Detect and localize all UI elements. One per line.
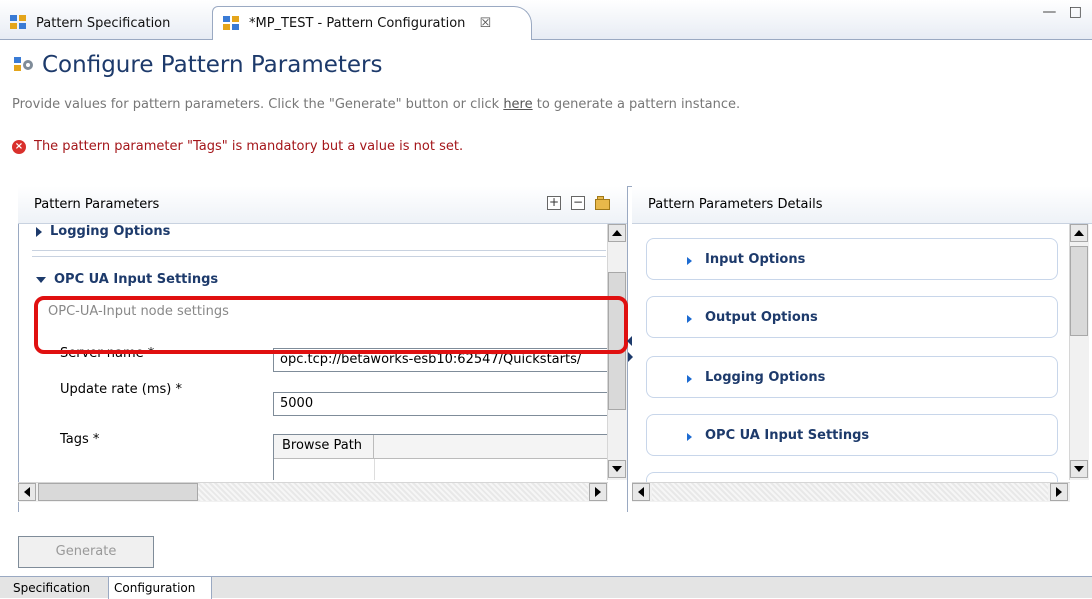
editor-page-tabs: Specification Configuration bbox=[0, 576, 1092, 599]
page-title: Configure Pattern Parameters bbox=[14, 52, 383, 78]
vertical-scrollbar[interactable] bbox=[607, 224, 627, 480]
error-message: × The pattern parameter "Tags" is mandat… bbox=[12, 139, 463, 154]
generate-button[interactable]: Generate bbox=[18, 536, 154, 568]
scroll-right-button[interactable] bbox=[1050, 483, 1068, 501]
scroll-thumb[interactable] bbox=[608, 272, 626, 410]
vertical-scrollbar[interactable] bbox=[1069, 224, 1089, 480]
error-text: The pattern parameter "Tags" is mandator… bbox=[34, 139, 464, 154]
server-name-label: Server name * bbox=[60, 346, 155, 361]
card-label: Logging Options bbox=[705, 369, 826, 385]
generate-here-link[interactable]: here bbox=[503, 97, 532, 112]
tab-configuration[interactable]: Configuration bbox=[108, 577, 212, 599]
scroll-thumb[interactable] bbox=[1070, 246, 1088, 336]
scroll-right-button[interactable] bbox=[589, 483, 607, 501]
tab-pattern-specification[interactable]: Pattern Specification bbox=[0, 6, 200, 40]
tab-specification[interactable]: Specification bbox=[8, 577, 108, 599]
section-logging-options[interactable]: Logging Options bbox=[36, 224, 170, 239]
expand-arrow-icon bbox=[36, 226, 42, 237]
horizontal-scrollbar[interactable] bbox=[18, 482, 608, 502]
scroll-left-button[interactable] bbox=[18, 483, 36, 501]
window-controls[interactable]: — □ bbox=[1042, 4, 1086, 20]
pattern-parameters-panel: Pattern Parameters + − Logging Options O… bbox=[18, 186, 628, 512]
panel-header: Pattern Parameters Details bbox=[632, 186, 1092, 224]
editor-tab-bar: Pattern Specification *MP_TEST - Pattern… bbox=[0, 0, 1092, 40]
arrow-left-icon bbox=[638, 487, 644, 497]
pattern-parameters-details-panel: Pattern Parameters Details Input Options… bbox=[632, 186, 1092, 512]
divider bbox=[32, 256, 606, 257]
pattern-icon bbox=[10, 15, 28, 31]
update-rate-input[interactable]: 5000 bbox=[273, 392, 608, 416]
collapse-all-icon[interactable]: − bbox=[571, 196, 585, 210]
collapse-arrow-icon bbox=[36, 276, 46, 283]
scroll-down-button[interactable] bbox=[1070, 460, 1088, 478]
scroll-down-button[interactable] bbox=[608, 460, 626, 478]
card-input-options[interactable]: Input Options bbox=[646, 238, 1058, 280]
card-label: Input Options bbox=[705, 251, 806, 267]
tags-table[interactable]: Browse Path bbox=[273, 434, 608, 480]
tab-label: Pattern Specification bbox=[36, 15, 171, 31]
arrow-right-icon bbox=[595, 487, 601, 497]
pattern-icon bbox=[223, 15, 241, 32]
expand-arrow-icon bbox=[687, 315, 692, 323]
divider bbox=[374, 459, 375, 480]
arrow-down-icon bbox=[612, 466, 622, 472]
column-header-empty bbox=[374, 435, 607, 459]
card-logging-options[interactable]: Logging Options bbox=[646, 356, 1058, 398]
server-name-input[interactable]: opc.tcp://betaworks-esb10:62547/Quicksta… bbox=[273, 348, 608, 372]
card-label: OPC UA Input Settings bbox=[705, 427, 870, 443]
expand-arrow-icon bbox=[687, 433, 692, 441]
arrow-up-icon bbox=[612, 230, 622, 236]
panel-header: Pattern Parameters + − bbox=[18, 186, 627, 224]
card-opc-ua-input-settings[interactable]: OPC UA Input Settings bbox=[646, 414, 1058, 456]
arrow-up-icon bbox=[1074, 230, 1084, 236]
page-title-text: Configure Pattern Parameters bbox=[42, 52, 383, 78]
description-text-end: to generate a pattern instance. bbox=[532, 97, 741, 112]
arrow-down-icon bbox=[1074, 466, 1084, 472]
open-folder-icon[interactable] bbox=[595, 196, 613, 210]
panel-title: Pattern Parameters Details bbox=[648, 197, 823, 212]
scroll-up-button[interactable] bbox=[1070, 224, 1088, 242]
close-icon[interactable]: ☒ bbox=[479, 16, 491, 31]
tab-label: *MP_TEST - Pattern Configuration bbox=[249, 16, 466, 31]
arrow-left-icon bbox=[24, 487, 30, 497]
scroll-left-button[interactable] bbox=[632, 483, 650, 501]
configure-pattern-icon bbox=[14, 56, 34, 74]
card-output-options[interactable]: Output Options bbox=[646, 296, 1058, 338]
section-label: Logging Options bbox=[50, 224, 171, 239]
divider bbox=[32, 250, 606, 251]
expand-all-icon[interactable]: + bbox=[547, 196, 561, 210]
scroll-track[interactable] bbox=[198, 483, 588, 501]
parameters-content: Logging Options OPC UA Input Settings OP… bbox=[18, 224, 608, 480]
horizontal-scrollbar[interactable] bbox=[632, 482, 1070, 502]
update-rate-label: Update rate (ms) * bbox=[60, 382, 182, 397]
card-label: Output Options bbox=[705, 309, 818, 325]
arrow-right-icon bbox=[1056, 487, 1062, 497]
tab-pattern-configuration[interactable]: *MP_TEST - Pattern Configuration ☒ bbox=[212, 6, 532, 40]
page-description: Provide values for pattern parameters. C… bbox=[12, 97, 740, 112]
section-label: OPC UA Input Settings bbox=[54, 272, 219, 287]
section-description: OPC-UA-Input node settings bbox=[48, 304, 229, 319]
description-text: Provide values for pattern parameters. C… bbox=[12, 97, 504, 112]
tags-label: Tags * bbox=[60, 432, 100, 447]
panel-title: Pattern Parameters bbox=[34, 197, 160, 212]
expand-arrow-icon bbox=[687, 375, 692, 383]
column-header-browse-path[interactable]: Browse Path bbox=[274, 435, 374, 459]
panel-tools: + − bbox=[547, 196, 613, 210]
scroll-track[interactable] bbox=[652, 483, 1048, 501]
section-opc-ua-input-settings[interactable]: OPC UA Input Settings bbox=[36, 272, 218, 287]
scroll-up-button[interactable] bbox=[608, 224, 626, 242]
expand-arrow-icon bbox=[687, 257, 692, 265]
error-icon: × bbox=[12, 139, 26, 154]
scroll-thumb[interactable] bbox=[38, 483, 198, 501]
